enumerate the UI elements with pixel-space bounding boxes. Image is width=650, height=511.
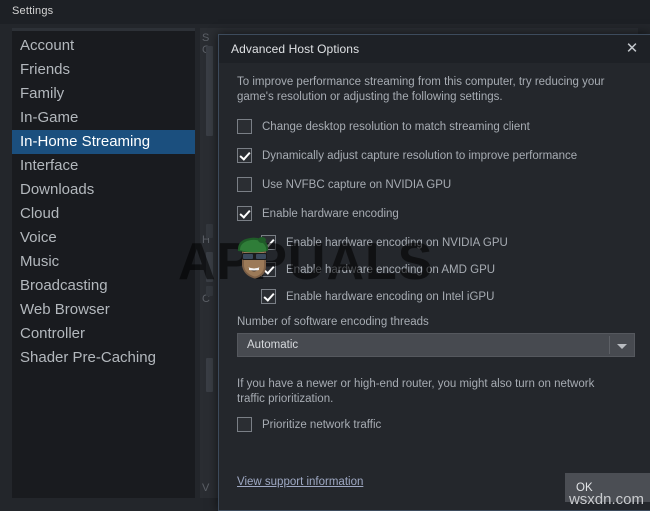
sidebar-item-controller[interactable]: Controller: [12, 322, 195, 346]
option-row-enable-hardware-encoding-on-nvidia-gpu[interactable]: Enable hardware encoding on NVIDIA GPU: [237, 235, 634, 250]
sidebar-item-web-browser[interactable]: Web Browser: [12, 298, 195, 322]
sidebar-item-interface[interactable]: Interface: [12, 154, 195, 178]
sidebar-item-friends[interactable]: Friends: [12, 58, 195, 82]
router-note-text: If you have a newer or high-end router, …: [237, 378, 595, 405]
sidebar-item-voice[interactable]: Voice: [12, 226, 195, 250]
encoding-threads-label: Number of software encoding threads: [237, 316, 429, 328]
sidebar-item-music[interactable]: Music: [12, 250, 195, 274]
checkbox-label: Use NVFBC capture on NVIDIA GPU: [262, 178, 452, 191]
panel-scrollbar-thumb[interactable]: [206, 46, 213, 136]
checkbox-label: Prioritize network traffic: [262, 418, 382, 431]
option-row-enable-hardware-encoding-on-amd-gpu[interactable]: Enable hardware encoding on AMD GPU: [237, 262, 634, 277]
checkbox-label: Dynamically adjust capture resolution to…: [262, 149, 578, 162]
sidebar-item-account[interactable]: Account: [12, 34, 195, 58]
checkbox-change-desktop-resolution-to-match-streaming-client[interactable]: [237, 119, 252, 134]
advanced-host-options-dialog: Advanced Host Options ✕ To improve perfo…: [218, 34, 650, 511]
settings-sidebar: Account Friends Family In-Game In-Home Strea…: [12, 28, 195, 498]
ok-button[interactable]: OK: [565, 473, 650, 502]
checkbox-enable-hardware-encoding-on-intel-igpu[interactable]: [261, 289, 276, 304]
checkbox-label: Enable hardware encoding: [262, 207, 399, 220]
checkbox-prioritize-network-traffic[interactable]: [237, 417, 252, 432]
sidebar-item-family[interactable]: Family: [12, 82, 195, 106]
settings-titlebar: Settings: [0, 0, 650, 24]
screenshot-root: Settings Account Friends Family In-Game In-H…: [0, 0, 650, 511]
dialog-body: To improve performance streaming from th…: [219, 63, 650, 432]
sidebar-item-broadcasting[interactable]: Broadcasting: [12, 274, 195, 298]
checkbox-label: Enable hardware encoding on AMD GPU: [286, 263, 496, 276]
view-support-information-link[interactable]: View support information: [237, 476, 363, 488]
checkbox-dynamically-adjust-capture-resolution-to-improve-performance[interactable]: [237, 148, 252, 163]
close-icon[interactable]: ✕: [622, 39, 642, 59]
panel-scroll-mark: [206, 286, 213, 296]
sidebar-list: Account Friends Family In-Game In-Home Strea…: [12, 34, 195, 370]
checkbox-use-nvfbc-capture-on-nvidia-gpu[interactable]: [237, 177, 252, 192]
chevron-down-icon: [617, 344, 627, 349]
ghost-line: V: [202, 482, 210, 494]
checkbox-enable-hardware-encoding[interactable]: [237, 206, 252, 221]
sidebar-item-in-game[interactable]: In-Game: [12, 106, 195, 130]
panel-scroll-mark: [206, 358, 213, 392]
option-row-enable-hardware-encoding-on-intel-igpu[interactable]: Enable hardware encoding on Intel iGPU: [237, 289, 634, 304]
sidebar-item-cloud[interactable]: Cloud: [12, 202, 195, 226]
checkbox-label: Enable hardware encoding on Intel iGPU: [286, 290, 495, 303]
window-title: Settings: [12, 5, 54, 17]
sidebar-item-downloads[interactable]: Downloads: [12, 178, 195, 202]
option-row-prioritize-network-traffic[interactable]: Prioritize network traffic: [237, 417, 634, 432]
checkbox-enable-hardware-encoding-on-amd-gpu[interactable]: [261, 262, 276, 277]
sidebar-item-in-home-streaming[interactable]: In-Home Streaming: [12, 130, 195, 154]
option-row-use-nvfbc-capture-on-nvidia-gpu[interactable]: Use NVFBC capture on NVIDIA GPU: [237, 177, 634, 192]
options-list: Change desktop resolution to match strea…: [237, 119, 634, 304]
select-divider: [609, 336, 610, 354]
option-row-change-desktop-resolution-to-match-streaming-client[interactable]: Change desktop resolution to match strea…: [237, 119, 634, 134]
checkbox-label: Enable hardware encoding on NVIDIA GPU: [286, 236, 508, 249]
sidebar-item-shader-pre-caching[interactable]: Shader Pre-Caching: [12, 346, 195, 370]
dialog-intro-text: To improve performance streaming from th…: [237, 76, 605, 103]
checkbox-label: Change desktop resolution to match strea…: [262, 120, 530, 133]
option-row-dynamically-adjust-capture-resolution-to-improve-performance[interactable]: Dynamically adjust capture resolution to…: [237, 148, 634, 163]
panel-scroll-mark: [206, 224, 213, 238]
panel-scroll-mark: [206, 252, 213, 282]
option-row-enable-hardware-encoding[interactable]: Enable hardware encoding: [237, 206, 634, 221]
checkbox-enable-hardware-encoding-on-nvidia-gpu[interactable]: [261, 235, 276, 250]
dialog-title: Advanced Host Options: [231, 42, 360, 56]
dialog-titlebar: Advanced Host Options ✕: [219, 35, 650, 63]
encoding-threads-select[interactable]: Automatic: [237, 333, 635, 357]
ghost-line: S: [202, 32, 210, 44]
encoding-threads-value: Automatic: [247, 339, 299, 351]
